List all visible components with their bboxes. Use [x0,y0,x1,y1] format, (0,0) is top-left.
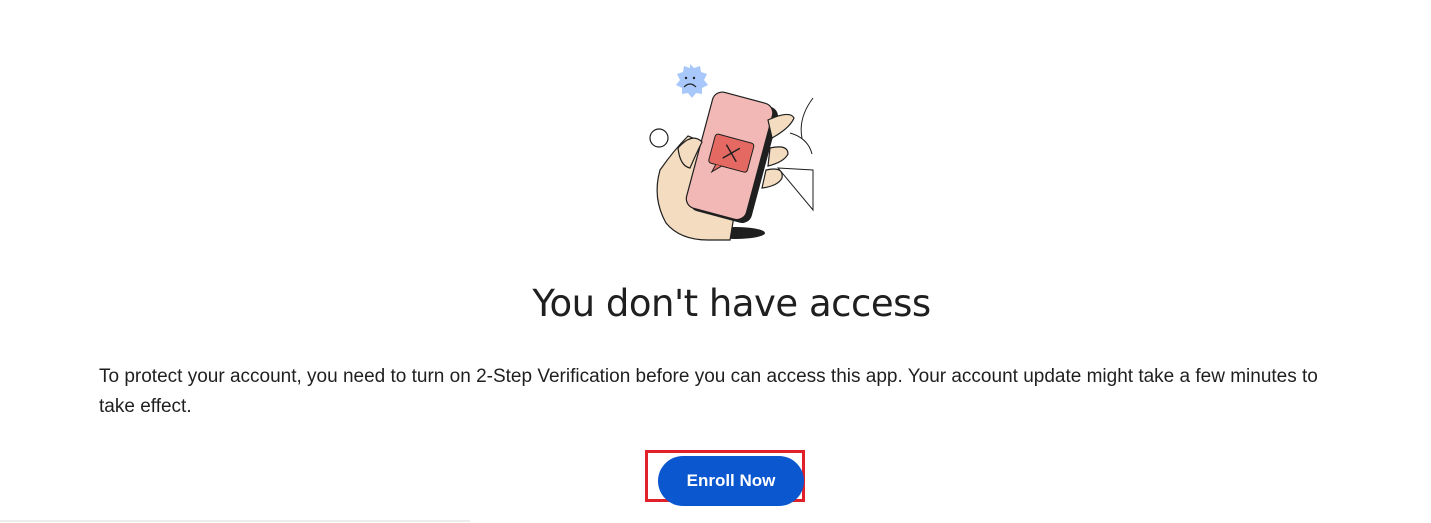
sad-face-icon [676,64,708,98]
enroll-now-button[interactable]: Enroll Now [658,456,804,506]
page-title: You don't have access [532,282,931,325]
access-denied-page: You don't have access To protect your ac… [0,0,1431,523]
divider [0,520,470,522]
phone-error-illustration [630,58,830,248]
enroll-highlight-box: Enroll Now [645,450,805,506]
access-message: To protect your account, you need to tur… [99,366,1318,417]
